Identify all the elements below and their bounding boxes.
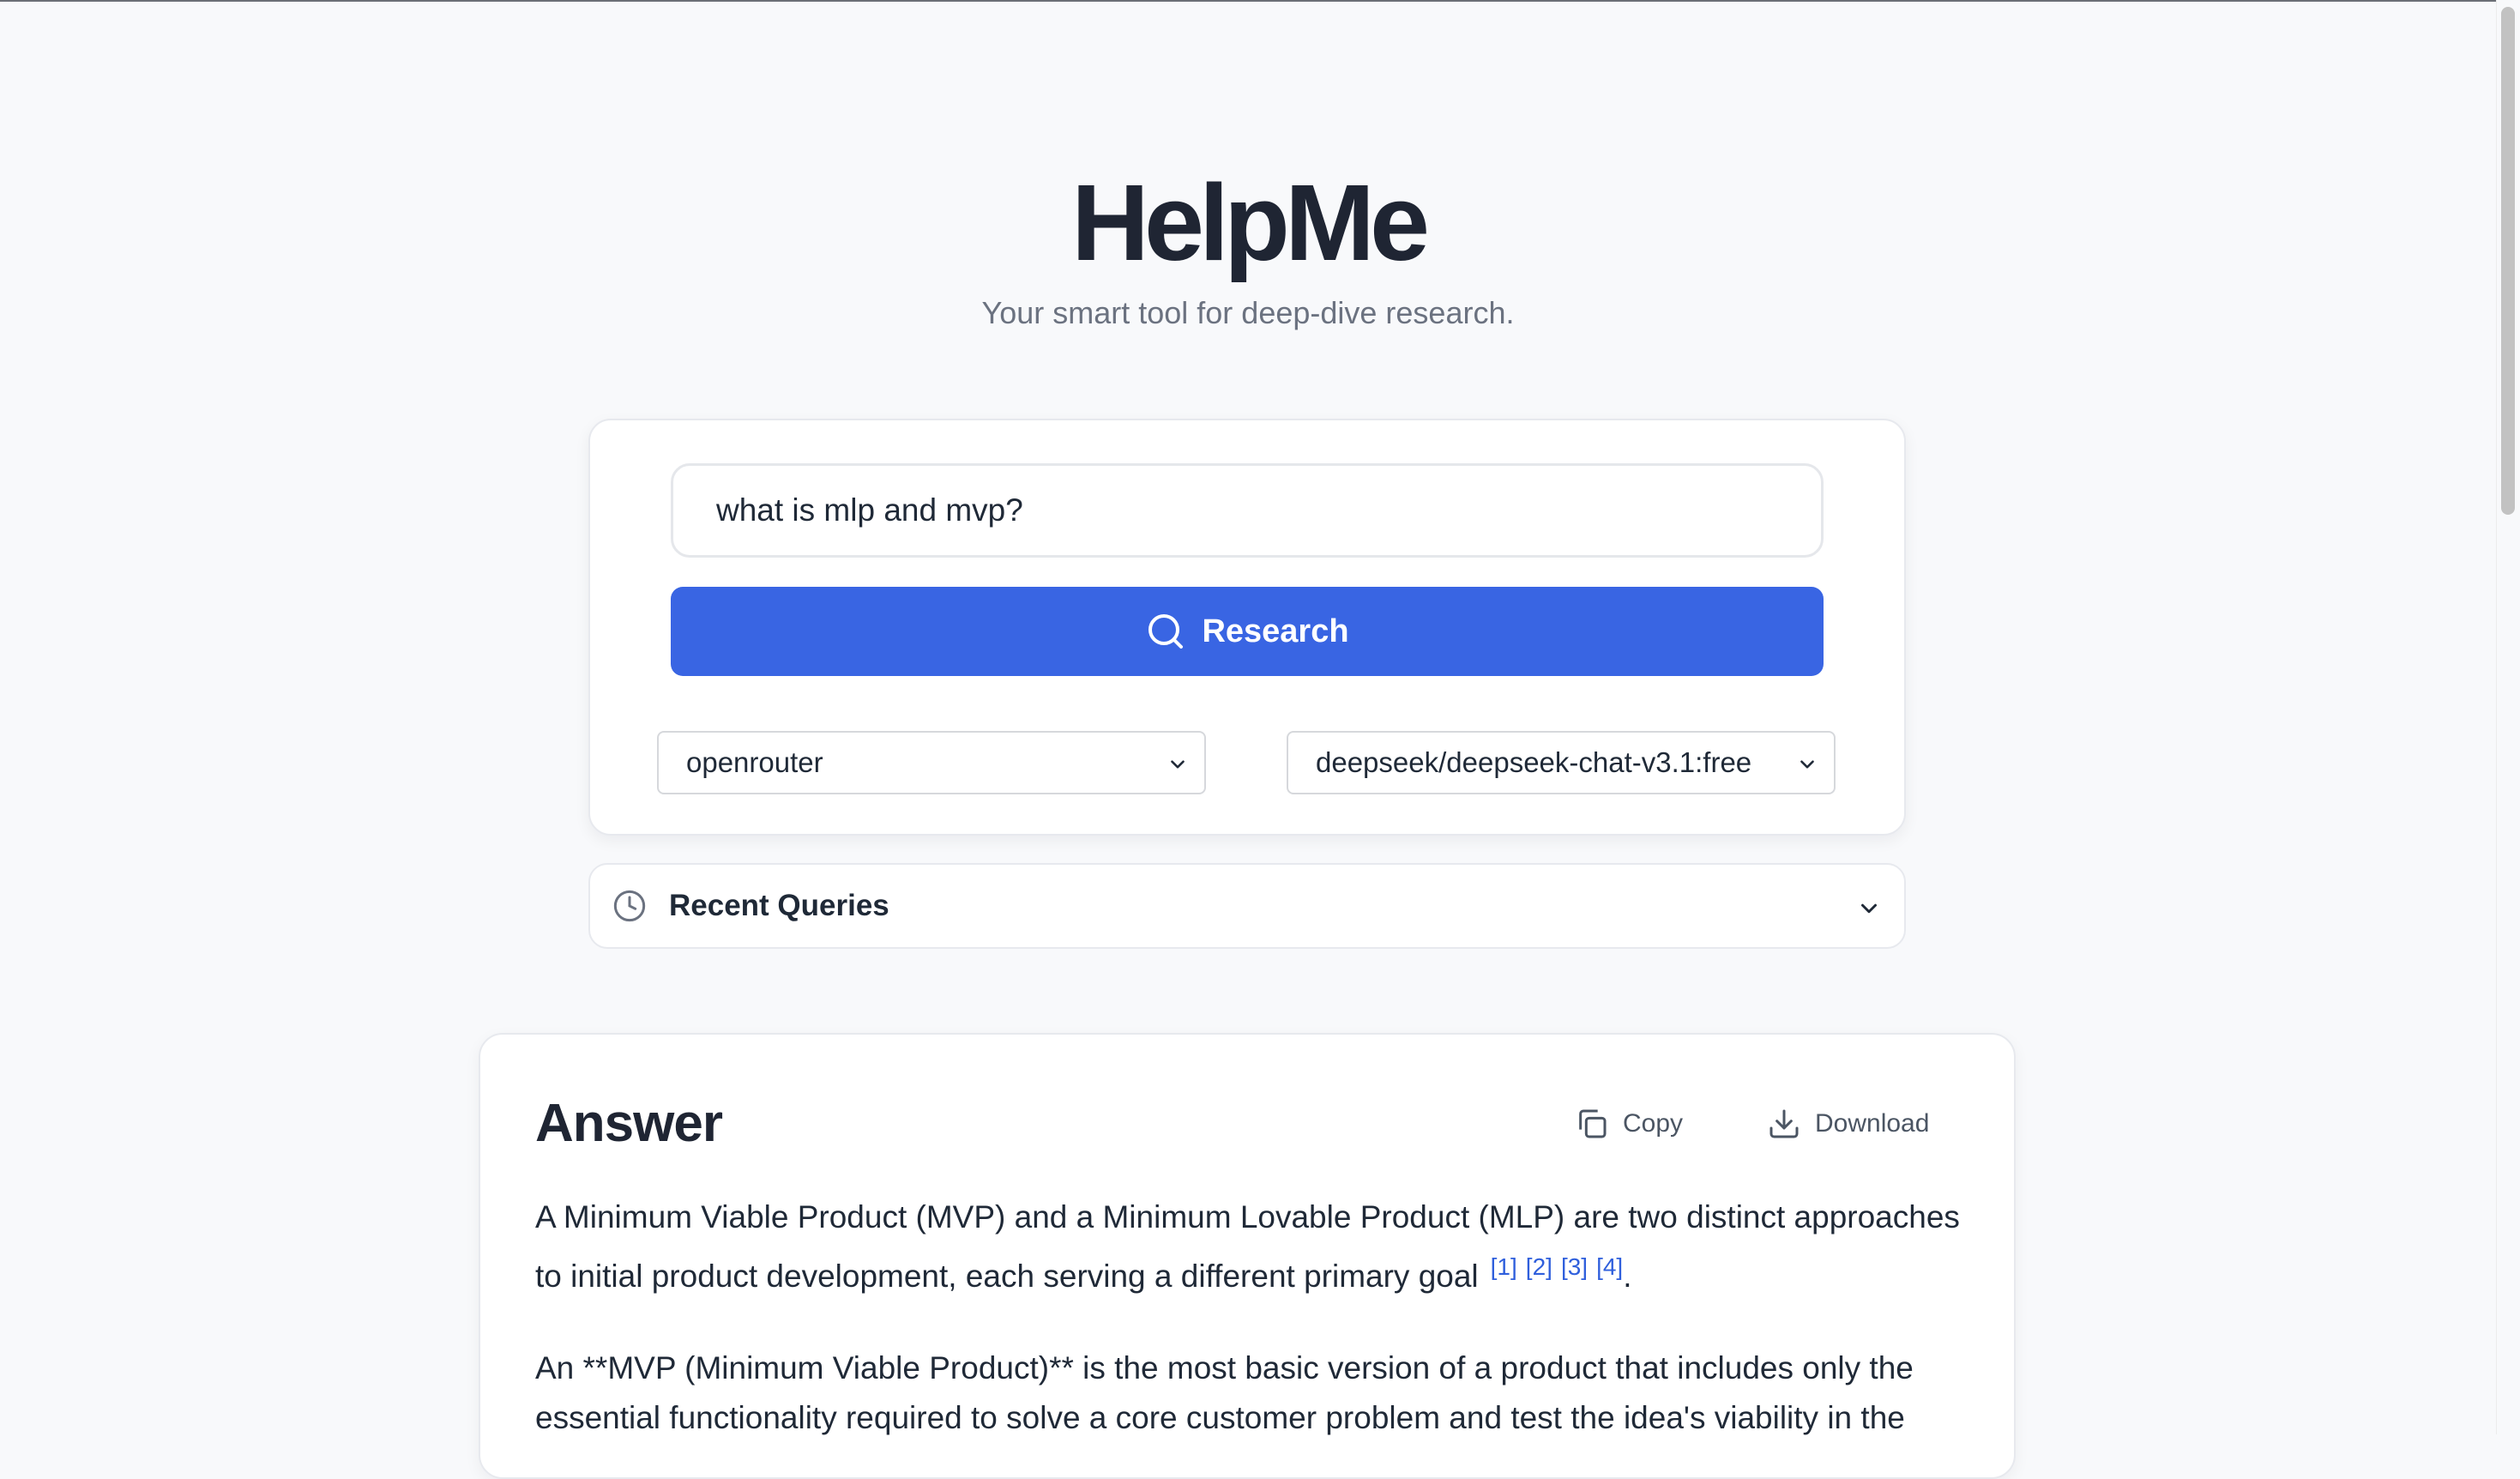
scrollbar-thumb[interactable] — [2501, 7, 2515, 515]
model-select-value: deepseek/deepseek-chat-v3.1:free — [1316, 746, 1752, 778]
answer-line: An **MVP (Minimum Viable Product)** is t… — [535, 1350, 1914, 1385]
chevron-down-icon — [1171, 760, 1185, 769]
recent-queries-toggle[interactable]: Recent Queries — [588, 863, 1906, 949]
sentence-end: . — [1623, 1259, 1632, 1294]
answer-card: Answer Copy Download A Minimum Viable Pr… — [479, 1033, 2016, 1479]
app-title: HelpMe — [1070, 162, 1430, 283]
download-button-label: Download — [1815, 1109, 1930, 1138]
citation-list: [1] [2] [3] [4] — [1479, 1253, 1624, 1294]
answer-title: Answer — [535, 1094, 723, 1153]
query-input[interactable] — [671, 463, 1824, 558]
citation-link[interactable]: [1] — [1491, 1253, 1517, 1280]
provider-select[interactable]: openrouter — [657, 731, 1206, 794]
citation-link[interactable]: [4] — [1596, 1253, 1623, 1280]
chevron-down-icon — [1861, 903, 1877, 914]
download-icon — [1769, 1109, 1799, 1138]
citation-link[interactable]: [3] — [1561, 1253, 1588, 1280]
search-card: Research openrouter deepseek/deepseek-ch… — [588, 419, 1906, 836]
answer-paragraph: A Minimum Viable Product (MVP) and a Min… — [535, 1192, 1976, 1301]
answer-line: to initial product development, each ser… — [535, 1242, 1976, 1301]
scrollbar[interactable] — [2496, 0, 2520, 1434]
app-subtitle: Your smart tool for deep-dive research. — [981, 295, 1515, 330]
copy-button-label: Copy — [1623, 1109, 1684, 1138]
research-button-label: Research — [1202, 613, 1349, 649]
model-select[interactable]: deepseek/deepseek-chat-v3.1:free — [1287, 731, 1836, 794]
download-button[interactable]: Download — [1767, 1100, 1929, 1148]
chevron-down-icon — [1800, 760, 1814, 769]
answer-line: essential functionality required to solv… — [535, 1400, 1905, 1435]
answer-line-text: to initial product development, each ser… — [535, 1259, 1479, 1294]
answer-line: A Minimum Viable Product (MVP) and a Min… — [535, 1199, 1960, 1235]
research-button[interactable]: Research — [671, 587, 1824, 676]
page: HelpMe Your smart tool for deep-dive res… — [0, 0, 2496, 1479]
clock-icon — [613, 890, 646, 922]
copy-button[interactable]: Copy — [1575, 1100, 1683, 1148]
copy-icon — [1579, 1109, 1607, 1138]
recent-queries-label: Recent Queries — [669, 889, 889, 922]
answer-paragraph: An **MVP (Minimum Viable Product)** is t… — [535, 1343, 1976, 1443]
provider-select-value: openrouter — [686, 746, 823, 778]
citation-link[interactable]: [2] — [1526, 1253, 1552, 1280]
search-icon — [1148, 614, 1184, 649]
